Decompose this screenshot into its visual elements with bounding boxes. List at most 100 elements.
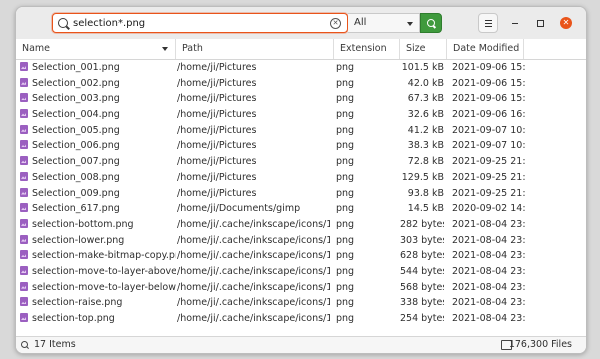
image-file-icon — [20, 93, 28, 103]
cell-path: /home/ji/.cache/inkscape/icons/1... — [177, 233, 330, 249]
cell-text: png — [336, 156, 355, 168]
cell-text: selection-lower.png — [32, 234, 125, 246]
cell-name: Selection_002.png — [20, 76, 176, 92]
column-label: Name — [22, 43, 51, 54]
cell-ext: png — [336, 154, 396, 170]
cell-name: selection-make-bitmap-copy.png — [20, 248, 176, 264]
cell-text: png — [336, 313, 355, 324]
column-header-name[interactable]: Name — [16, 39, 176, 59]
cell-text: /home/ji/.cache/inkscape/icons/1... — [177, 250, 330, 262]
cell-ext: png — [336, 91, 396, 107]
cell-text: selection-bottom.png — [32, 218, 134, 230]
cell-path: /home/ji/.cache/inkscape/icons/1... — [177, 280, 330, 296]
table-row[interactable]: Selection_617.png/home/ji/Documents/gimp… — [16, 201, 586, 217]
cell-text: 282 bytes — [400, 218, 444, 230]
cell-name: Selection_006.png — [20, 138, 176, 154]
table-row[interactable]: Selection_002.png/home/ji/Pictures png 42.… — [16, 76, 586, 92]
table-row[interactable]: Selection_004.png/home/ji/Pictures png 32.… — [16, 107, 586, 123]
cell-text: 254 bytes — [400, 313, 444, 324]
table-row[interactable]: Selection_005.png/home/ji/Pictures png 41.… — [16, 123, 586, 139]
cell-size: 254 bytes — [400, 311, 444, 327]
cell-text: 2021-09-07 10:44 — [452, 140, 526, 152]
cell-date: 2021-09-25 21:14 — [452, 154, 526, 170]
clear-icon[interactable]: ✕ — [330, 18, 341, 29]
item-count: 17 Items — [34, 339, 76, 350]
image-file-icon — [20, 156, 28, 166]
cell-text: 2021-08-04 23:28 — [452, 281, 526, 293]
cell-text: 2021-09-06 16:06 — [452, 109, 526, 121]
cell-name: Selection_004.png — [20, 107, 176, 123]
column-header-path[interactable]: Path — [176, 39, 334, 59]
cell-date: 2021-08-04 23:28 — [452, 248, 526, 264]
cell-text: selection-move-to-layer-below.... — [32, 281, 176, 293]
table-row[interactable]: selection-move-to-layer-above..../home/j… — [16, 264, 586, 280]
cell-text: 101.5 kB — [401, 62, 444, 73]
cell-text: Selection_007.png — [32, 156, 120, 168]
cell-text: /home/ji/Pictures — [177, 93, 257, 105]
cell-ext: png — [336, 107, 396, 123]
cell-text: /home/ji/Pictures — [177, 140, 257, 152]
close-button[interactable]: ✕ — [560, 17, 572, 29]
cell-text: 93.8 kB — [407, 187, 444, 199]
image-file-icon — [20, 77, 28, 87]
column-header-extension[interactable]: Extension — [334, 39, 400, 59]
cell-path: /home/ji/.cache/inkscape/icons/1... — [177, 295, 330, 311]
cell-ext: png — [336, 76, 396, 92]
cell-size: 628 bytes — [400, 248, 444, 264]
cell-text: 32.6 kB — [407, 109, 444, 121]
menu-button[interactable] — [478, 13, 498, 33]
image-file-icon — [20, 218, 28, 228]
search-input[interactable] — [73, 16, 313, 30]
image-file-icon — [20, 313, 28, 322]
cell-text: png — [336, 93, 355, 105]
cell-date: 2021-08-04 23:28 — [452, 217, 526, 233]
cell-name: selection-move-to-layer-below.... — [20, 280, 176, 296]
table-row[interactable]: Selection_003.png/home/ji/Pictures png 67.… — [16, 91, 586, 107]
search-icon — [58, 18, 68, 28]
cell-size: 41.2 kB — [400, 123, 444, 139]
cell-path: /home/ji/Pictures — [177, 107, 330, 123]
table-row[interactable]: Selection_009.png/home/ji/Pictures png 93.… — [16, 186, 586, 202]
cell-path: /home/ji/Pictures — [177, 60, 330, 76]
table-row[interactable]: Selection_008.png/home/ji/Pictures png 129… — [16, 170, 586, 186]
cell-text: Selection_001.png — [32, 62, 120, 73]
cell-path: /home/ji/Pictures — [177, 186, 330, 202]
chevron-down-icon — [407, 22, 413, 26]
cell-text: 2021-09-06 15:18 — [452, 62, 526, 73]
table-row[interactable]: selection-move-to-layer-below..../home/j… — [16, 280, 586, 296]
cell-text: png — [336, 140, 355, 152]
cell-path: /home/ji/.cache/inkscape/icons/1... — [177, 217, 330, 233]
filter-dropdown[interactable]: All — [348, 13, 420, 33]
column-label: Date Modified — [453, 43, 520, 54]
cell-date: 2021-09-06 15:21 — [452, 76, 526, 92]
cell-text: png — [336, 234, 355, 246]
cell-name: selection-top.png — [20, 311, 176, 327]
table-row[interactable]: selection-make-bitmap-copy.png/home/ji/.… — [16, 248, 586, 264]
results-table: Name Path Extension Size Date Modified S… — [16, 39, 586, 327]
hamburger-icon-line — [485, 23, 492, 24]
table-row[interactable]: Selection_007.png/home/ji/Pictures png 72.… — [16, 154, 586, 170]
minimize-button[interactable] — [509, 17, 521, 29]
image-file-icon — [20, 234, 28, 244]
image-file-icon — [20, 203, 28, 213]
table-row[interactable]: selection-raise.png/home/ji/.cache/inksc… — [16, 295, 586, 311]
search-button[interactable] — [420, 13, 442, 33]
cell-size: 32.6 kB — [400, 107, 444, 123]
cell-text: png — [336, 187, 355, 199]
maximize-button[interactable] — [534, 17, 546, 29]
cell-ext: png — [336, 248, 396, 264]
cell-name: selection-lower.png — [20, 233, 176, 249]
cell-text: png — [336, 77, 355, 89]
table-row[interactable]: Selection_006.png/home/ji/Pictures png 38.… — [16, 138, 586, 154]
column-label: Path — [182, 43, 203, 54]
search-box[interactable]: ✕ — [52, 13, 348, 33]
table-row[interactable]: selection-top.png/home/ji/.cache/inkscap… — [16, 311, 586, 327]
cell-text: 38.3 kB — [407, 140, 444, 152]
table-row[interactable]: selection-bottom.png/home/ji/.cache/inks… — [16, 217, 586, 233]
cell-ext: png — [336, 311, 396, 327]
column-header-date[interactable]: Date Modified — [447, 39, 524, 59]
column-header-size[interactable]: Size — [400, 39, 447, 59]
total-files: 176,300 Files — [508, 339, 572, 350]
table-row[interactable]: selection-lower.png/home/ji/.cache/inksc… — [16, 233, 586, 249]
table-row[interactable]: Selection_001.png/home/ji/Pictures png 101… — [16, 60, 586, 76]
